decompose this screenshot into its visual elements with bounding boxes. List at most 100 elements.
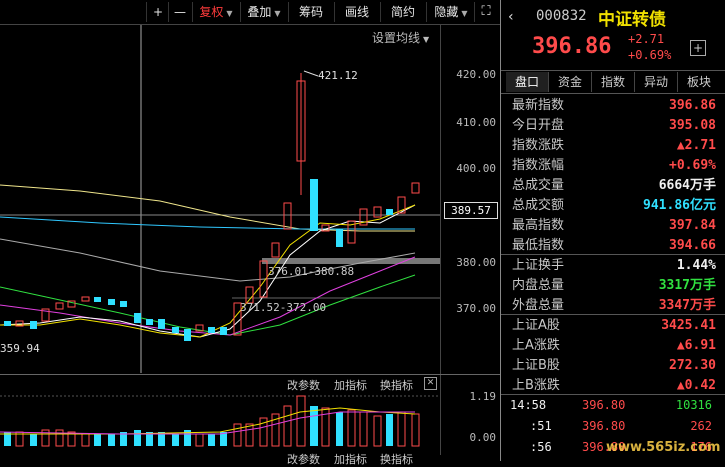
overlay-label: 叠加 bbox=[247, 5, 272, 19]
hide-label: 隐藏 bbox=[434, 5, 459, 19]
zoom-out-button[interactable]: — bbox=[168, 2, 191, 22]
panel-row-label: 上证B股 bbox=[512, 358, 560, 373]
zoom-in-button[interactable]: + bbox=[146, 2, 169, 22]
menu-chevron-icon[interactable]: ‹ bbox=[508, 9, 514, 25]
tab-zhishu[interactable]: 指数 bbox=[592, 72, 635, 92]
close-icon[interactable]: ✕ bbox=[424, 377, 437, 390]
panel-row-value: 1.44% bbox=[676, 258, 716, 273]
chips-button[interactable]: 筹码 bbox=[288, 2, 333, 22]
tick-volume: 262 bbox=[690, 419, 712, 433]
range-annotation-2: 371.52-372.00 bbox=[240, 301, 327, 314]
quote-price: 396.86 bbox=[532, 34, 612, 59]
panel-row-value: 3347万手 bbox=[658, 298, 716, 313]
tick-price: 396.80 bbox=[582, 419, 626, 433]
panel-row-value: 6664万手 bbox=[658, 178, 716, 193]
axis-label-400: 400.00 bbox=[456, 162, 496, 175]
panel-row: 最新指数 396.86 bbox=[512, 96, 720, 116]
low-annotation: 359.94 bbox=[0, 342, 40, 355]
fuquan-label: 复权 bbox=[199, 5, 224, 19]
panel-row: 指数涨跌 ▲2.71 bbox=[512, 136, 720, 156]
range-annotation-1: 376.01-380.88 bbox=[268, 265, 355, 278]
panel-row: 总成交额 941.86亿元 bbox=[512, 196, 720, 216]
edit-params-button-2[interactable]: 改参数 bbox=[287, 451, 320, 467]
simple-mode-button[interactable]: 简约 bbox=[380, 2, 425, 22]
tick-price: 396.80 bbox=[582, 398, 626, 412]
tick-volume: 10316 bbox=[675, 398, 712, 412]
draw-line-button[interactable]: 画线 bbox=[334, 2, 379, 22]
volume-bars bbox=[4, 395, 420, 447]
panel-row: 内盘总量 3317万手 bbox=[512, 276, 720, 296]
vol-axis-min: 0.00 bbox=[469, 431, 497, 444]
axis-label-380: 380.00 bbox=[456, 256, 496, 269]
panel-row-value: 397.84 bbox=[669, 218, 716, 233]
panel-row-value: ▲2.71 bbox=[676, 138, 716, 153]
ma-line-green bbox=[0, 274, 416, 336]
watermark: www.565iz.com bbox=[606, 440, 721, 455]
vol-ma-magenta bbox=[0, 411, 415, 435]
fullscreen-icon[interactable]: ⛶ bbox=[474, 2, 497, 22]
axis-label-370: 370.00 bbox=[456, 302, 496, 315]
add-watchlist-button[interactable]: + bbox=[690, 40, 706, 56]
tab-yidong[interactable]: 异动 bbox=[635, 72, 678, 92]
hide-dropdown[interactable]: 隐藏 ▼ bbox=[426, 2, 475, 22]
panel-row: 上证A股 3425.41 bbox=[512, 316, 720, 336]
panel-row-label: 外盘总量 bbox=[512, 298, 565, 313]
panel-row-label: 上证A股 bbox=[512, 318, 560, 333]
panel-row-value: 941.86亿元 bbox=[643, 198, 716, 213]
panel-row-label: 总成交额 bbox=[512, 198, 565, 213]
candles bbox=[4, 73, 420, 341]
kline-chart[interactable] bbox=[0, 25, 440, 373]
panel-row-label: 最低指数 bbox=[512, 238, 565, 253]
panel-row-label: 上证换手 bbox=[512, 258, 565, 273]
axis-label-420: 420.00 bbox=[456, 68, 496, 81]
panel-row-label: 上B涨跌 bbox=[512, 378, 560, 393]
panel-row-value: ▲6.91 bbox=[676, 338, 716, 353]
panel-row-label: 指数涨幅 bbox=[512, 158, 565, 173]
high-arrow bbox=[303, 70, 319, 77]
panel-row: 总成交量 6664万手 bbox=[512, 176, 720, 196]
overlay-dropdown[interactable]: 叠加 ▼ bbox=[240, 2, 287, 22]
tabs-bottom-divider bbox=[501, 93, 725, 94]
panel-row-value: 395.08 bbox=[669, 118, 716, 133]
tab-pankou[interactable]: 盘口 bbox=[506, 72, 549, 92]
panel-divider-2 bbox=[501, 314, 725, 315]
volume-chart[interactable] bbox=[0, 390, 440, 448]
vol-axis-max: 1.19 bbox=[469, 390, 497, 403]
axis-label-410: 410.00 bbox=[456, 116, 496, 129]
panel-row: 今日开盘 395.08 bbox=[512, 116, 720, 136]
panel-row-label: 内盘总量 bbox=[512, 278, 565, 293]
add-indicator-button-2[interactable]: 加指标 bbox=[334, 451, 367, 467]
quote-code: 000832 bbox=[536, 8, 587, 24]
tab-zijin[interactable]: 资金 bbox=[549, 72, 592, 92]
panel-row-label: 指数涨跌 bbox=[512, 138, 565, 153]
fuquan-dropdown[interactable]: 复权 ▼ bbox=[192, 2, 239, 22]
quote-name: 中证转债 bbox=[598, 10, 666, 30]
switch-indicator-button-2[interactable]: 换指标 bbox=[380, 451, 413, 467]
quote-change: +2.71 bbox=[628, 32, 665, 46]
panel-row: 上B涨跌 ▲0.42 bbox=[512, 376, 720, 396]
panel-row-value: 3425.41 bbox=[661, 318, 716, 333]
panel-row: 最低指数 394.66 bbox=[512, 236, 720, 256]
current-price-tag: 389.57 bbox=[444, 202, 498, 219]
chevron-down-icon: ▼ bbox=[274, 9, 281, 18]
panel-row: 外盘总量 3347万手 bbox=[512, 296, 720, 316]
panel-row-label: 最新指数 bbox=[512, 98, 565, 113]
panel-row-label: 最高指数 bbox=[512, 218, 565, 233]
tick-time: :56 bbox=[530, 440, 552, 454]
high-annotation: 421.12 bbox=[318, 69, 358, 82]
panel-row-label: 总成交量 bbox=[512, 178, 565, 193]
panel-divider-1 bbox=[501, 254, 725, 255]
panel-row-value: ▲0.42 bbox=[676, 378, 716, 393]
panel-row: 上A涨跌 ▲6.91 bbox=[512, 336, 720, 356]
tick-time: :51 bbox=[530, 419, 552, 433]
panel-row: 上证B股 272.30 bbox=[512, 356, 720, 376]
quote-change-pct: +0.69% bbox=[628, 48, 672, 62]
panel-row-value: 394.66 bbox=[669, 238, 716, 253]
panel-divider-3 bbox=[501, 394, 725, 395]
panel-row-value: 396.86 bbox=[669, 98, 716, 113]
panel-row-label: 上A涨跌 bbox=[512, 338, 560, 353]
panel-row-value: 3317万手 bbox=[658, 278, 716, 293]
panel-row-value: +0.69% bbox=[669, 158, 716, 173]
chevron-down-icon: ▼ bbox=[226, 9, 233, 18]
tab-bankuai[interactable]: 板块 bbox=[678, 72, 720, 92]
